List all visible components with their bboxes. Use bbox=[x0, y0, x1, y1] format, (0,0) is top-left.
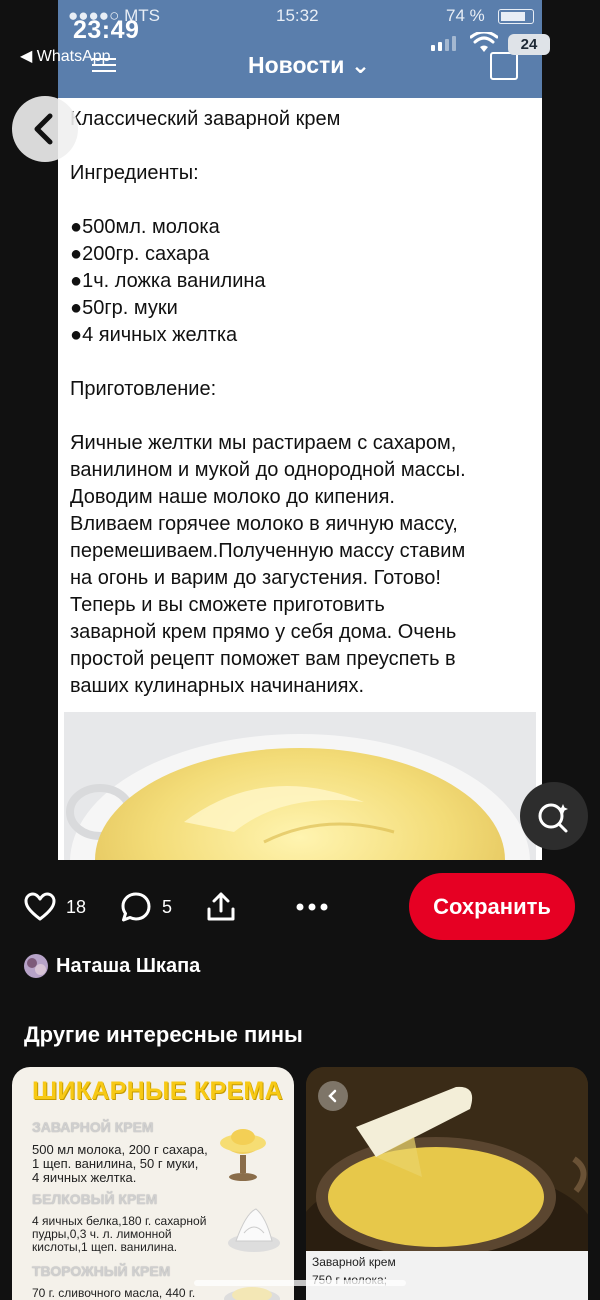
ingredients-heading: Ингредиенты: bbox=[70, 162, 199, 184]
steps-heading: Приготовление: bbox=[70, 378, 217, 400]
pin-caption-title: Заварной крем bbox=[312, 1255, 396, 1269]
step-line: Теперь и вы сможете приготовить bbox=[70, 594, 385, 616]
comment-count: 5 bbox=[162, 896, 173, 917]
back-button[interactable] bbox=[12, 96, 78, 162]
recipe-title: Классический заварной крем bbox=[70, 108, 341, 130]
back-to-whatsapp-link[interactable]: ◀ WhatsApp bbox=[20, 46, 111, 66]
inner-battery-percent: 74 % bbox=[446, 6, 485, 25]
battery-indicator: 24 bbox=[508, 34, 550, 55]
lens-search-icon bbox=[538, 803, 568, 833]
pin-card-text: 500 мл молока, 200 г сахара, 1 щеп. вани… bbox=[32, 1142, 208, 1185]
custard-pot-photo bbox=[306, 1067, 588, 1257]
like-count: 18 bbox=[66, 896, 87, 917]
comment-action[interactable]: 5 bbox=[120, 886, 172, 928]
home-indicator[interactable] bbox=[194, 1280, 406, 1286]
step-line: на огонь и варим до загустения. Готово! bbox=[70, 567, 441, 589]
pin-card-title: ШИКАРНЫЕ КРЕМА bbox=[32, 1077, 283, 1105]
ingredient-item: ●50гр. муки bbox=[70, 297, 178, 319]
pin-card-subheading: БЕЛКОВЫЙ КРЕМ bbox=[32, 1191, 158, 1207]
author-name: Наташа Шкапа bbox=[56, 954, 201, 977]
system-time: 23:49 bbox=[73, 16, 140, 44]
pin-card-text: 70 г. сливочного масла, 440 г. bbox=[32, 1286, 196, 1300]
chevron-left-icon bbox=[34, 113, 53, 145]
author-row[interactable]: Наташа Шкапа bbox=[24, 954, 200, 978]
comment-icon bbox=[121, 892, 151, 922]
pin-caption: Заварной крем 750 г молока; bbox=[306, 1251, 588, 1300]
pin-card-text: 4 яичных белка,180 г. сахарной пудры,0,3… bbox=[32, 1214, 207, 1254]
carousel-prev-button[interactable] bbox=[318, 1081, 348, 1111]
visual-search-button[interactable] bbox=[520, 782, 588, 850]
chevron-left-icon bbox=[328, 1089, 337, 1103]
step-line: перемешиваем.Полученную массу ставим bbox=[70, 540, 466, 562]
avatar bbox=[24, 954, 48, 978]
share-icon bbox=[207, 892, 235, 921]
step-line: Доводим наше молоко до кипения. bbox=[70, 486, 395, 508]
more-dots-icon bbox=[296, 903, 328, 911]
compose-icon bbox=[490, 52, 518, 80]
ingredient-item: ●200гр. сахара bbox=[70, 243, 210, 265]
custard-bowl-photo bbox=[64, 712, 536, 860]
ingredient-item: ●4 яичных желтка bbox=[70, 324, 238, 346]
step-line: Яичные желтки мы растираем с сахаром, bbox=[70, 432, 457, 454]
ingredient-item: ●500мл. молока bbox=[70, 216, 220, 238]
inner-time: 15:32 bbox=[276, 6, 319, 25]
inner-title: Новости ⌄ bbox=[248, 52, 371, 78]
custard-glass-image bbox=[220, 1129, 266, 1181]
more-options-button[interactable] bbox=[296, 886, 328, 928]
more-pins-heading: Другие интересные пины bbox=[24, 1022, 303, 1047]
step-line: Вливаем горячее молоко в яичную массу, bbox=[70, 513, 458, 535]
pin-card[interactable]: ШИКАРНЫЕ КРЕМА ЗАВАРНОЙ КРЕМ 500 мл моло… bbox=[12, 1067, 294, 1300]
step-line: ваших кулинарных начинаниях. bbox=[70, 675, 365, 697]
inner-battery-icon bbox=[498, 9, 534, 24]
step-line: ванилином и мукой до однородной массы. bbox=[70, 459, 466, 481]
wifi-icon bbox=[470, 32, 498, 52]
pin-card[interactable]: Заварной крем 750 г молока; bbox=[306, 1067, 588, 1300]
pin-image[interactable]: ●●●●○ MTS 15:32 74 % Новости ⌄ Классичес… bbox=[58, 0, 542, 860]
heart-icon bbox=[24, 892, 56, 921]
ingredient-item: ●1ч. ложка ванилина bbox=[70, 270, 266, 292]
cellular-signal-icon bbox=[431, 36, 456, 51]
recipe-text: Классический заварной крем Ингредиенты: … bbox=[70, 106, 538, 700]
meringue-image bbox=[228, 1208, 280, 1252]
save-button[interactable]: Сохранить bbox=[409, 873, 575, 940]
pin-card-subheading: ЗАВАРНОЙ КРЕМ bbox=[32, 1119, 154, 1135]
share-button[interactable] bbox=[206, 886, 236, 928]
pin-card-subheading: ТВОРОЖНЫЙ КРЕМ bbox=[32, 1263, 171, 1279]
like-action[interactable]: 18 bbox=[24, 886, 86, 928]
step-line: заварной крем прямо у себя дома. Очень bbox=[70, 621, 457, 643]
step-line: простой рецепт поможет вам преуспеть в bbox=[70, 648, 456, 670]
